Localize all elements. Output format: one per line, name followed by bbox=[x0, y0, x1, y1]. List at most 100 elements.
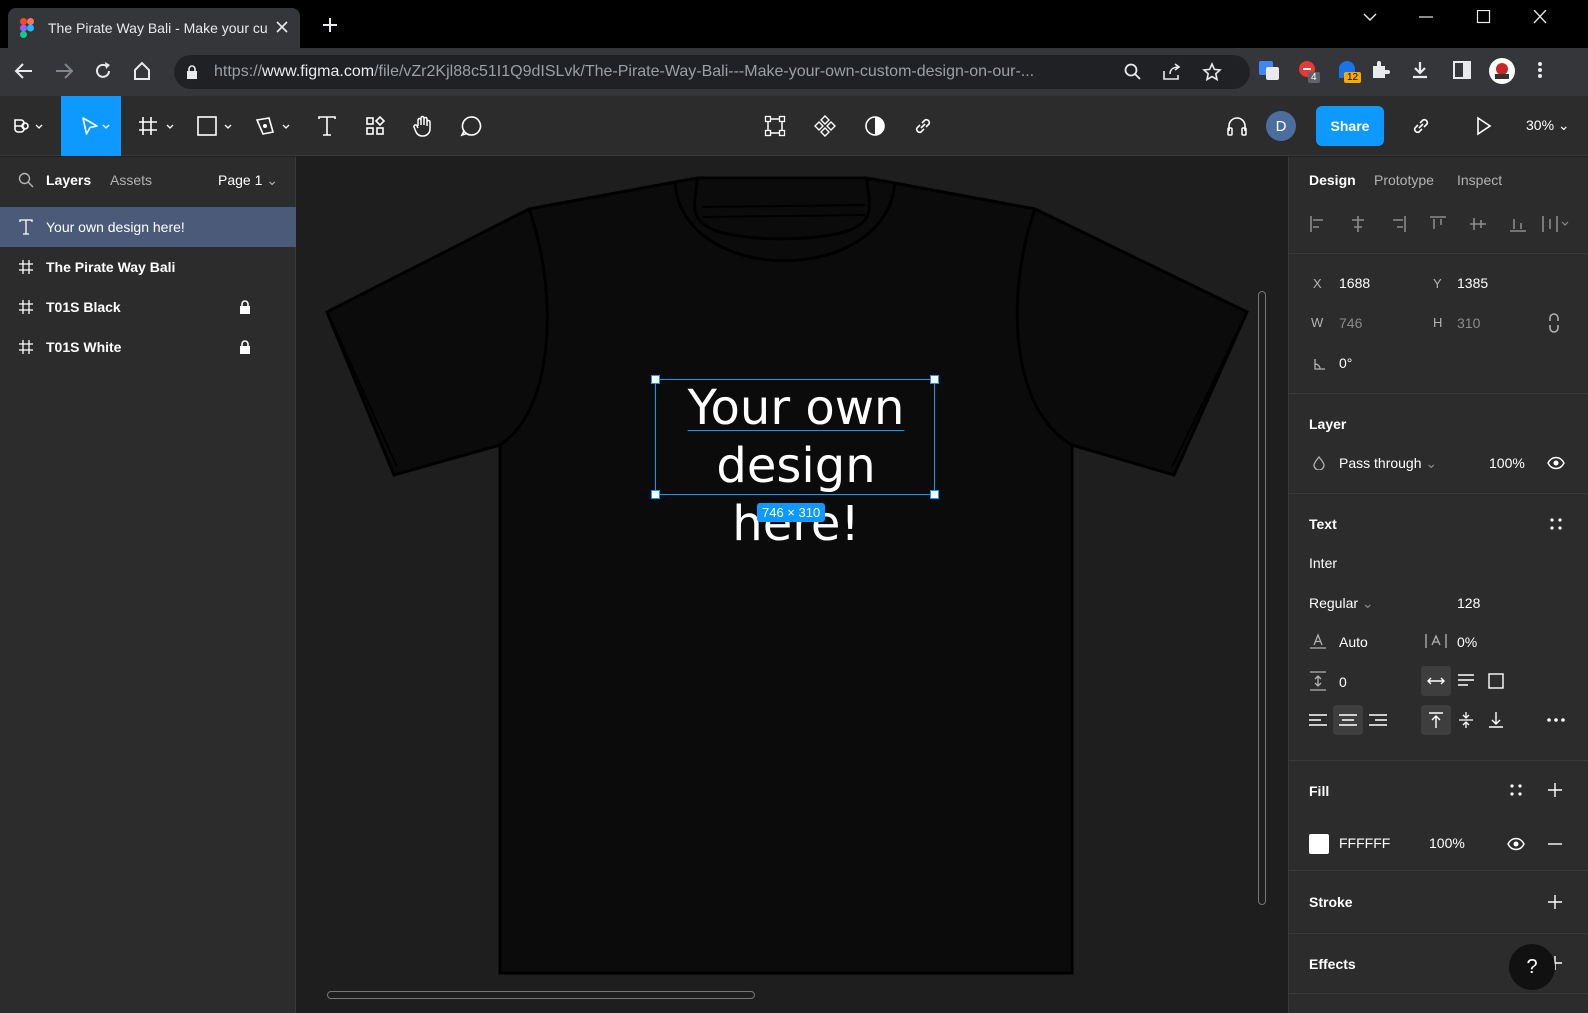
tab-inspect[interactable]: Inspect bbox=[1457, 172, 1502, 188]
auto-width-icon[interactable] bbox=[1421, 666, 1451, 696]
tab-close-icon[interactable] bbox=[274, 19, 290, 35]
share-page-icon[interactable] bbox=[1162, 63, 1182, 81]
resize-handle-bottom-right[interactable] bbox=[930, 490, 939, 499]
shape-tool-button[interactable] bbox=[194, 96, 240, 156]
blend-mode-select[interactable]: Pass through ⌄ bbox=[1339, 455, 1437, 472]
audio-headphones-icon[interactable] bbox=[1222, 96, 1252, 156]
horizontal-scrollbar[interactable] bbox=[327, 991, 755, 999]
lock-icon[interactable] bbox=[239, 340, 251, 354]
edit-object-icon[interactable] bbox=[760, 96, 790, 156]
eye-icon[interactable] bbox=[1547, 456, 1565, 470]
font-size-field[interactable]: 128 bbox=[1457, 595, 1480, 611]
layer-opacity-field[interactable]: 100% bbox=[1489, 455, 1525, 471]
align-vertical-center-icon[interactable] bbox=[1469, 215, 1487, 233]
vertical-align-middle-icon[interactable] bbox=[1451, 705, 1481, 735]
text-align-left-icon[interactable] bbox=[1303, 705, 1333, 735]
browser-tab[interactable]: The Pirate Way Bali - Make your custom d… bbox=[8, 8, 300, 48]
frame-tool-button[interactable] bbox=[134, 96, 180, 156]
home-icon[interactable] bbox=[132, 61, 152, 81]
new-tab-icon[interactable] bbox=[322, 17, 338, 33]
tab-layers[interactable]: Layers bbox=[46, 172, 91, 188]
constrain-proportions-icon[interactable] bbox=[1547, 313, 1561, 333]
add-stroke-icon[interactable] bbox=[1547, 894, 1563, 910]
design-canvas[interactable]: Your own design here! 746 × 310 bbox=[297, 157, 1288, 1013]
resize-handle-bottom-left[interactable] bbox=[651, 490, 660, 499]
search-icon[interactable] bbox=[1124, 63, 1142, 81]
distribute-icon[interactable] bbox=[1541, 215, 1573, 233]
forward-icon[interactable] bbox=[54, 61, 74, 81]
vertical-scrollbar[interactable] bbox=[1258, 291, 1266, 905]
search-icon[interactable] bbox=[18, 172, 34, 188]
back-icon[interactable] bbox=[14, 61, 34, 81]
layer-row[interactable]: T01S Black bbox=[0, 287, 296, 327]
share-button[interactable]: Share bbox=[1316, 106, 1384, 146]
w-field[interactable]: 746 bbox=[1339, 315, 1362, 331]
create-component-icon[interactable] bbox=[810, 96, 840, 156]
resize-handle-top-right[interactable] bbox=[930, 375, 939, 384]
adblock-extension-icon[interactable]: 4 bbox=[1298, 60, 1320, 83]
page-selector[interactable]: Page 1 ⌄ bbox=[218, 172, 278, 189]
comment-tool-button[interactable] bbox=[456, 96, 486, 156]
fill-visibility-eye-icon[interactable] bbox=[1507, 837, 1525, 851]
close-window-icon[interactable] bbox=[1532, 10, 1548, 24]
ghost-extension-icon[interactable]: 12 bbox=[1336, 60, 1362, 83]
download-icon[interactable] bbox=[1410, 60, 1430, 80]
bookmark-star-icon[interactable] bbox=[1202, 62, 1222, 82]
pen-tool-button[interactable] bbox=[252, 96, 298, 156]
align-top-icon[interactable] bbox=[1429, 215, 1447, 233]
profile-avatar-icon[interactable] bbox=[1488, 57, 1516, 85]
link-icon[interactable] bbox=[908, 96, 938, 156]
google-translate-icon[interactable] bbox=[1258, 60, 1280, 82]
text-styles-grid-icon[interactable] bbox=[1549, 517, 1563, 531]
rotation-field[interactable]: 0° bbox=[1339, 355, 1352, 371]
mask-icon[interactable] bbox=[860, 96, 890, 156]
layer-row[interactable]: Your own design here! bbox=[0, 207, 296, 247]
vertical-align-top-icon[interactable] bbox=[1421, 705, 1451, 735]
layer-row[interactable]: The Pirate Way Bali bbox=[0, 247, 296, 287]
fixed-size-icon[interactable] bbox=[1481, 666, 1511, 696]
remove-fill-icon[interactable] bbox=[1547, 836, 1563, 852]
fill-hex-field[interactable]: FFFFFF bbox=[1339, 835, 1390, 851]
zoom-level[interactable]: 30% ⌄ bbox=[1526, 117, 1570, 134]
more-options-icon[interactable] bbox=[1541, 705, 1571, 735]
lock-icon[interactable] bbox=[239, 300, 251, 314]
hand-tool-button[interactable] bbox=[408, 96, 438, 156]
help-button[interactable]: ? bbox=[1509, 944, 1555, 990]
x-field[interactable]: 1688 bbox=[1339, 275, 1370, 291]
move-tool-button[interactable] bbox=[61, 96, 121, 156]
add-fill-icon[interactable] bbox=[1547, 782, 1563, 798]
main-menu-button[interactable] bbox=[6, 96, 50, 156]
tab-search-chevron-icon[interactable] bbox=[1362, 10, 1378, 24]
selection-box[interactable] bbox=[651, 375, 939, 499]
fill-color-swatch[interactable] bbox=[1309, 834, 1329, 854]
text-align-right-icon[interactable] bbox=[1363, 705, 1393, 735]
align-right-icon[interactable] bbox=[1389, 215, 1407, 233]
tab-design[interactable]: Design bbox=[1309, 172, 1356, 188]
h-field[interactable]: 310 bbox=[1457, 315, 1480, 331]
layer-row[interactable]: T01S White bbox=[0, 327, 296, 367]
avatar[interactable]: D bbox=[1266, 111, 1296, 141]
side-panel-icon[interactable] bbox=[1452, 60, 1472, 80]
text-align-center-icon[interactable] bbox=[1333, 705, 1363, 735]
tab-prototype[interactable]: Prototype bbox=[1374, 172, 1434, 188]
minimize-icon[interactable] bbox=[1418, 10, 1434, 24]
fill-opacity-field[interactable]: 100% bbox=[1429, 835, 1465, 851]
extensions-puzzle-icon[interactable] bbox=[1370, 60, 1390, 80]
letter-spacing-field[interactable]: 0% bbox=[1457, 634, 1477, 650]
auto-height-icon[interactable] bbox=[1451, 666, 1481, 696]
omnibox[interactable]: https://www.figma.com/file/vZr2Kjl88c51I… bbox=[174, 55, 1250, 89]
tshirt-black-shape[interactable] bbox=[297, 157, 1288, 1013]
font-family-select[interactable]: Inter bbox=[1309, 555, 1337, 571]
resize-handle-top-left[interactable] bbox=[651, 375, 660, 384]
align-bottom-icon[interactable] bbox=[1509, 215, 1527, 233]
vertical-align-bottom-icon[interactable] bbox=[1481, 705, 1511, 735]
align-horizontal-center-icon[interactable] bbox=[1349, 215, 1367, 233]
maximize-icon[interactable] bbox=[1476, 10, 1492, 24]
copy-link-icon[interactable] bbox=[1406, 96, 1436, 156]
font-weight-select[interactable]: Regular ⌄ bbox=[1309, 595, 1374, 612]
text-tool-button[interactable] bbox=[312, 96, 342, 156]
paragraph-spacing-field[interactable]: 0 bbox=[1339, 674, 1347, 690]
reload-icon[interactable] bbox=[93, 61, 113, 81]
fill-styles-grid-icon[interactable] bbox=[1509, 783, 1523, 797]
present-play-icon[interactable] bbox=[1468, 96, 1498, 156]
